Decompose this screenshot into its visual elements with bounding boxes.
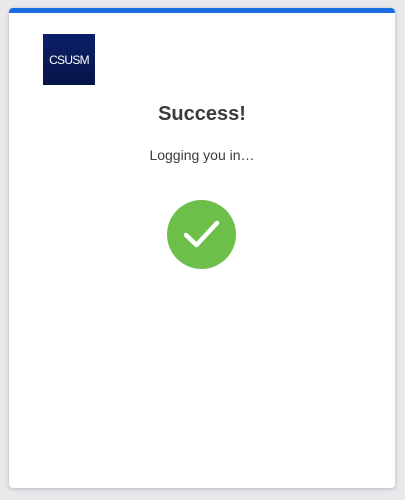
check-circle-icon bbox=[167, 200, 236, 269]
accent-bar bbox=[9, 8, 395, 13]
login-status-card: CSUSM Success! Logging you in… bbox=[9, 8, 395, 488]
status-message: Logging you in… bbox=[149, 147, 255, 163]
logo-text: CSUSM bbox=[49, 52, 90, 67]
csusm-logo: CSUSM bbox=[43, 34, 95, 85]
success-title: Success! bbox=[158, 103, 246, 125]
